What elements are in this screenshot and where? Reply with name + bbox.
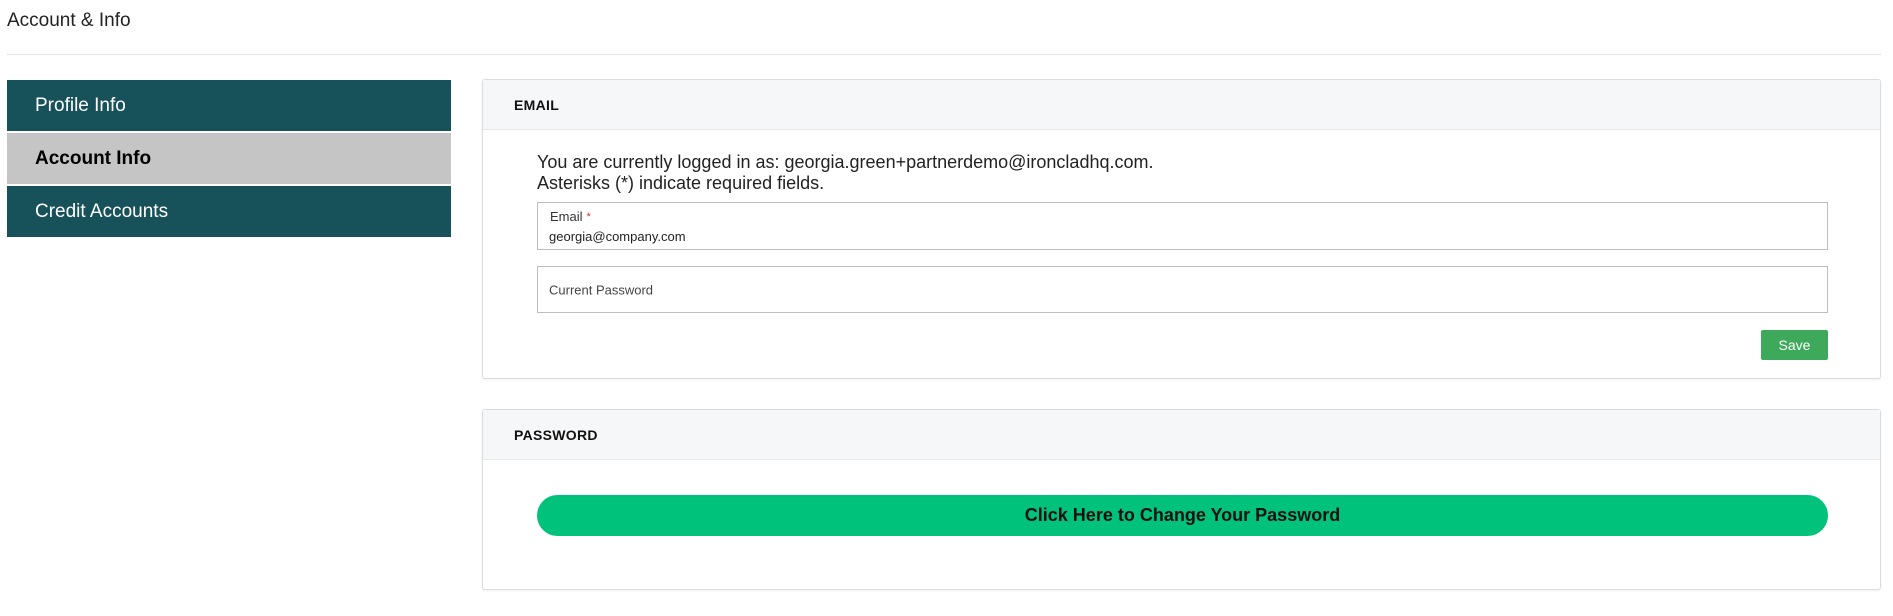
email-label-text: Email	[550, 209, 583, 224]
email-field-label: Email *	[550, 209, 591, 224]
sidebar-item-account-info[interactable]: Account Info	[7, 133, 451, 184]
sidebar-item-label: Account Info	[35, 147, 152, 169]
current-password-input[interactable]	[549, 282, 1809, 297]
email-card-header: EMAIL	[483, 80, 1880, 130]
sidebar-item-credit-accounts[interactable]: Credit Accounts	[7, 186, 451, 237]
email-input[interactable]	[549, 229, 1809, 244]
email-card: EMAIL You are currently logged in as: ge…	[482, 79, 1881, 379]
page-title: Account & Info	[7, 10, 131, 31]
required-fields-note: Asterisks (*) indicate required fields.	[537, 173, 825, 193]
password-card: PASSWORD Click Here to Change Your Passw…	[482, 409, 1881, 590]
password-card-header: PASSWORD	[483, 410, 1880, 460]
title-divider	[7, 54, 1881, 55]
account-info-page: Account & Info Profile Info Account Info…	[0, 0, 1893, 616]
sidebar-item-label: Credit Accounts	[35, 200, 169, 222]
email-field[interactable]: Email *	[537, 202, 1828, 250]
sidebar-nav: Profile Info Account Info Credit Account…	[7, 80, 451, 239]
sidebar-item-label: Profile Info	[35, 94, 126, 116]
change-password-button[interactable]: Click Here to Change Your Password	[537, 495, 1828, 536]
save-button[interactable]: Save	[1761, 330, 1828, 360]
sidebar-item-profile-info[interactable]: Profile Info	[7, 80, 451, 131]
logged-in-text: You are currently logged in as: georgia.…	[537, 152, 1154, 172]
required-marker: *	[586, 211, 591, 223]
current-password-field[interactable]	[537, 266, 1828, 313]
